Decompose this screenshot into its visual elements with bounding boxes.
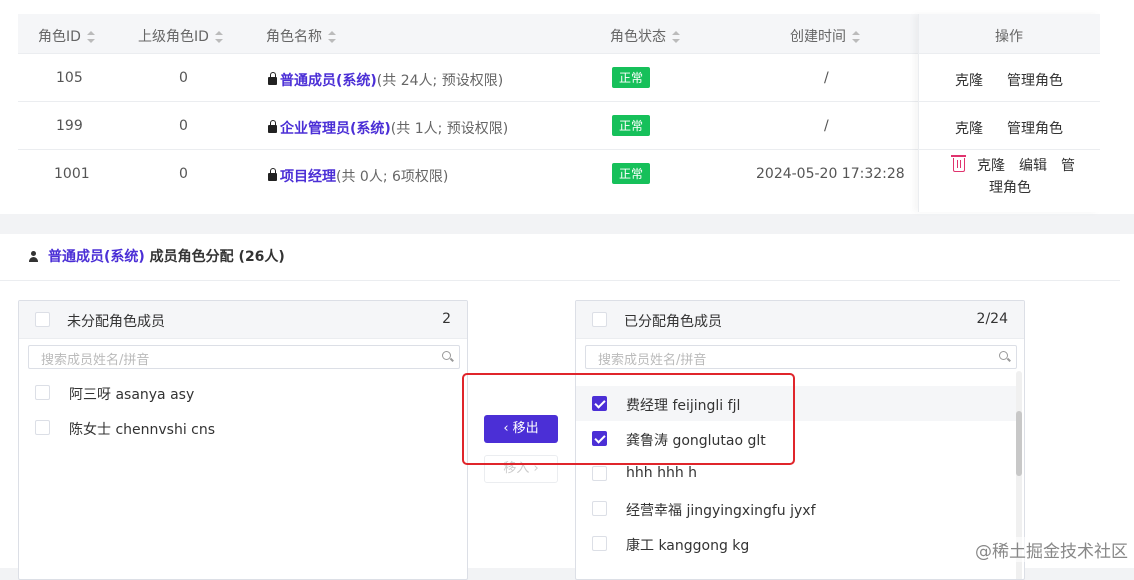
status-badge: 正常 xyxy=(612,67,650,88)
user-icon xyxy=(28,251,40,262)
roles-table: 角色ID 上级角色ID 角色名称 角色状态 创建时间 105 0 普通成员(系统… xyxy=(18,14,1100,198)
lock-icon xyxy=(268,125,277,133)
panel-header: 未分配角色成员 2 xyxy=(19,301,467,339)
item-checkbox[interactable] xyxy=(592,536,607,551)
header-role-id[interactable]: 角色ID xyxy=(38,26,95,46)
header-actions: 操作 xyxy=(995,26,1023,46)
cell-role-name: 企业管理员(系统)(共 1人; 预设权限) xyxy=(268,118,508,138)
clone-button[interactable]: 克隆 xyxy=(977,155,1005,175)
lock-icon xyxy=(268,173,277,181)
panel-count: 2 xyxy=(442,311,451,327)
scrollbar-thumb[interactable] xyxy=(1016,411,1022,476)
clone-button[interactable]: 克隆 xyxy=(955,70,983,90)
cell-created-at: / xyxy=(824,118,829,134)
status-badge: 正常 xyxy=(612,115,650,136)
cell-role-id: 1001 xyxy=(54,166,90,182)
list-item[interactable]: 陈女士 chennvshi cns xyxy=(19,410,459,445)
panel-title: 已分配角色成员 xyxy=(624,311,722,331)
manage-role-button[interactable]: 管理角色 xyxy=(1007,118,1063,138)
cell-role-id: 105 xyxy=(56,70,83,86)
manage-role-button[interactable]: 管理角色 xyxy=(1007,70,1063,90)
highlight-annotation xyxy=(462,373,795,465)
list-item[interactable]: 康工 kanggong kg xyxy=(576,526,1016,561)
cell-parent-id: 0 xyxy=(179,166,188,182)
sort-icon[interactable] xyxy=(672,31,680,43)
search-input[interactable]: 搜索成员姓名/拼音 xyxy=(585,345,1017,369)
delete-icon[interactable] xyxy=(953,158,965,172)
item-checkbox[interactable] xyxy=(592,466,607,481)
header-parent-id[interactable]: 上级角色ID xyxy=(138,26,223,46)
role-name-link[interactable]: 项目经理 xyxy=(280,169,336,185)
manage-role-button[interactable]: 管 xyxy=(1061,155,1075,175)
status-badge: 正常 xyxy=(612,163,650,184)
search-icon[interactable] xyxy=(999,351,1008,360)
role-name-link[interactable]: 普通成员(系统) xyxy=(280,73,377,89)
panel-title: 未分配角色成员 xyxy=(67,311,165,331)
item-checkbox[interactable] xyxy=(35,385,50,400)
list-item[interactable]: 阿三呀 asanya asy xyxy=(19,375,459,410)
sort-icon[interactable] xyxy=(328,31,336,43)
role-name-link[interactable]: 企业管理员(系统) xyxy=(280,121,391,137)
watermark: @稀土掘金技术社区 xyxy=(975,537,1128,562)
search-input[interactable]: 搜索成员姓名/拼音 xyxy=(28,345,460,369)
panel-count: 2/24 xyxy=(977,311,1008,327)
edit-button[interactable]: 编辑 xyxy=(1019,155,1047,175)
cell-parent-id: 0 xyxy=(179,118,188,134)
header-role-status[interactable]: 角色状态 xyxy=(610,26,680,46)
divider xyxy=(0,280,1120,281)
sort-icon[interactable] xyxy=(852,31,860,43)
select-all-checkbox[interactable] xyxy=(35,312,50,327)
actions-column: 操作 克隆 管理角色 克隆 管理角色 克隆 编辑 管 理角色 xyxy=(918,14,1100,212)
panel-header: 已分配角色成员 2/24 xyxy=(576,301,1024,339)
clone-button[interactable]: 克隆 xyxy=(955,118,983,138)
cell-created-at: 2024-05-20 17:32:28 xyxy=(756,166,905,182)
manage-role-button-continued[interactable]: 理角色 xyxy=(989,177,1031,197)
header-role-name[interactable]: 角色名称 xyxy=(266,26,336,46)
cell-parent-id: 0 xyxy=(179,70,188,86)
roles-table-card: 角色ID 上级角色ID 角色名称 角色状态 创建时间 105 0 普通成员(系统… xyxy=(0,0,1134,214)
item-checkbox[interactable] xyxy=(35,420,50,435)
cell-created-at: / xyxy=(824,70,829,86)
sort-icon[interactable] xyxy=(87,31,95,43)
lock-icon xyxy=(268,77,277,85)
list-item[interactable]: 经营幸福 jingyingxingfu jyxf xyxy=(576,491,1016,526)
search-icon[interactable] xyxy=(442,351,451,360)
sort-icon[interactable] xyxy=(215,31,223,43)
cell-role-name: 项目经理(共 0人; 6项权限) xyxy=(268,166,448,186)
cell-role-id: 199 xyxy=(56,118,83,134)
unassigned-panel: 未分配角色成员 2 搜索成员姓名/拼音 阿三呀 asanya asy 陈女士 c… xyxy=(18,300,468,580)
item-checkbox[interactable] xyxy=(592,501,607,516)
select-all-checkbox[interactable] xyxy=(592,312,607,327)
cell-role-name: 普通成员(系统)(共 24人; 预设权限) xyxy=(268,70,503,90)
header-created-at[interactable]: 创建时间 xyxy=(790,26,860,46)
section-title: 普通成员(系统) 成员角色分配 (26人) xyxy=(28,246,285,266)
